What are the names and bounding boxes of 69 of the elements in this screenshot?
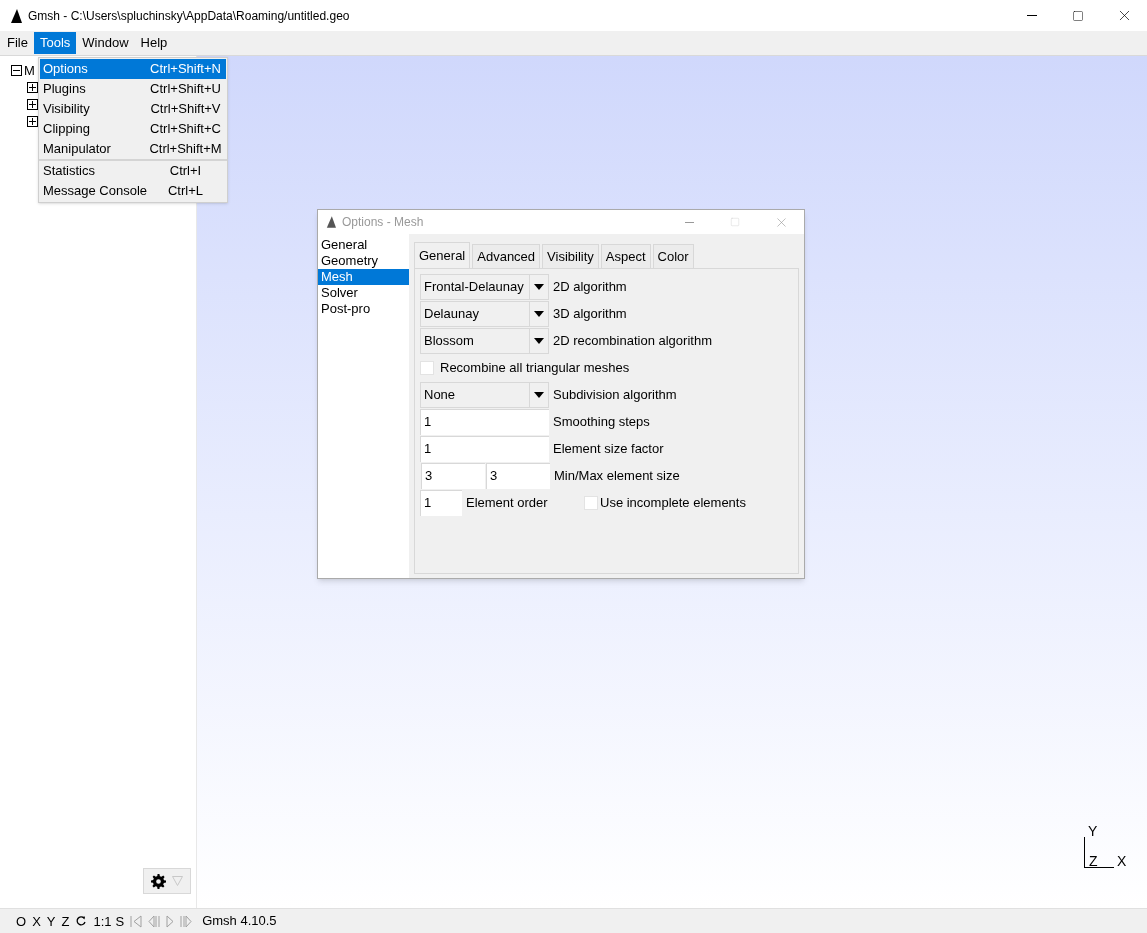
category-item[interactable]: Solver bbox=[318, 285, 409, 301]
collapse-toggle-icon[interactable] bbox=[11, 65, 22, 76]
view-button[interactable]: X bbox=[32, 914, 41, 928]
tab[interactable]: Aspect bbox=[600, 244, 651, 268]
input-field[interactable]: 1 bbox=[420, 489, 462, 516]
expand-toggle-icon[interactable] bbox=[27, 82, 38, 93]
checkbox[interactable] bbox=[584, 495, 598, 510]
axes-drawing: Y Z X bbox=[1084, 821, 1134, 869]
field-label: 2D recombination algorithm bbox=[553, 331, 712, 350]
snapshot-button[interactable]: S bbox=[115, 914, 125, 928]
field-label: 3D algorithm bbox=[553, 304, 627, 323]
settings-button[interactable] bbox=[143, 868, 191, 894]
view-button[interactable]: Z bbox=[61, 914, 70, 928]
field-label: 2D algorithm bbox=[553, 277, 627, 296]
category-item[interactable]: Geometry bbox=[318, 253, 409, 269]
input-field[interactable]: 3 bbox=[486, 462, 550, 489]
tab[interactable]: General bbox=[414, 242, 471, 268]
input-field[interactable]: 1 bbox=[420, 408, 549, 435]
category-item[interactable]: Post-pro bbox=[318, 301, 409, 317]
maximize-icon bbox=[730, 217, 740, 227]
field-label: Element size factor bbox=[553, 439, 664, 458]
rotate-icon[interactable] bbox=[75, 915, 88, 927]
tree-item[interactable]: M bbox=[24, 60, 35, 81]
dropdown-arrow-icon bbox=[172, 876, 183, 886]
input-field[interactable]: 3 bbox=[421, 462, 485, 489]
logo-icon bbox=[10, 8, 22, 23]
field-label: Subdivision algorithm bbox=[553, 385, 677, 404]
version-label: Gmsh 4.10.5 bbox=[202, 912, 277, 931]
dropdown[interactable]: Delaunay bbox=[420, 300, 549, 327]
field-label: Element order bbox=[466, 493, 549, 512]
tab[interactable]: Advanced bbox=[472, 244, 541, 268]
expand-toggle-icon[interactable] bbox=[27, 99, 38, 110]
category-item[interactable]: Mesh bbox=[318, 269, 409, 285]
dropdown-arrow-icon bbox=[534, 337, 544, 344]
previous-step-icon[interactable] bbox=[148, 914, 161, 928]
first-step-icon[interactable] bbox=[130, 914, 143, 928]
category-item[interactable]: General bbox=[318, 237, 409, 253]
field-label: Min/Max element size bbox=[554, 466, 680, 485]
minimize-icon bbox=[684, 221, 694, 223]
maximize-icon bbox=[1072, 9, 1084, 22]
view-button[interactable]: O bbox=[16, 914, 27, 928]
checkbox-label: Recombine all triangular meshes bbox=[440, 358, 630, 377]
tab[interactable]: Visibility bbox=[542, 244, 599, 268]
dropdown-arrow-icon bbox=[534, 391, 544, 398]
dropdown[interactable]: None bbox=[420, 381, 549, 408]
logo-icon bbox=[326, 216, 336, 228]
play-icon[interactable] bbox=[166, 914, 175, 928]
menu-item[interactable]: Help bbox=[134, 32, 174, 54]
menu-item[interactable]: Options Ctrl+Shift+N bbox=[40, 59, 226, 79]
next-step-icon[interactable] bbox=[180, 914, 193, 928]
dropdown-arrow-icon bbox=[534, 283, 544, 290]
menu-item[interactable]: Tools bbox=[33, 32, 77, 54]
input-field[interactable]: 1 bbox=[420, 435, 549, 462]
scale-button[interactable]: 1:1 bbox=[93, 914, 112, 928]
view-button[interactable]: Y bbox=[46, 914, 56, 928]
checkbox[interactable] bbox=[420, 360, 434, 375]
settings-icon bbox=[151, 873, 166, 889]
tab[interactable]: Color bbox=[652, 244, 694, 268]
dropdown-arrow-icon bbox=[534, 310, 544, 317]
dropdown[interactable]: Frontal-Delaunay bbox=[420, 273, 549, 300]
field-label: Smoothing steps bbox=[553, 412, 650, 431]
dropdown[interactable]: Blossom bbox=[420, 327, 549, 354]
dialog-title: Options - Mesh bbox=[342, 214, 424, 231]
expand-toggle-icon[interactable] bbox=[27, 116, 38, 127]
field-label: Use incomplete elements bbox=[600, 493, 746, 512]
minimize-icon bbox=[1027, 15, 1037, 16]
menu-item[interactable]: File bbox=[1, 32, 34, 54]
menu-item[interactable]: Window bbox=[76, 32, 135, 54]
window-title: Gmsh - C:\Users\spluchinsky\AppData\Roaming/untitled.geo bbox=[28, 7, 350, 25]
